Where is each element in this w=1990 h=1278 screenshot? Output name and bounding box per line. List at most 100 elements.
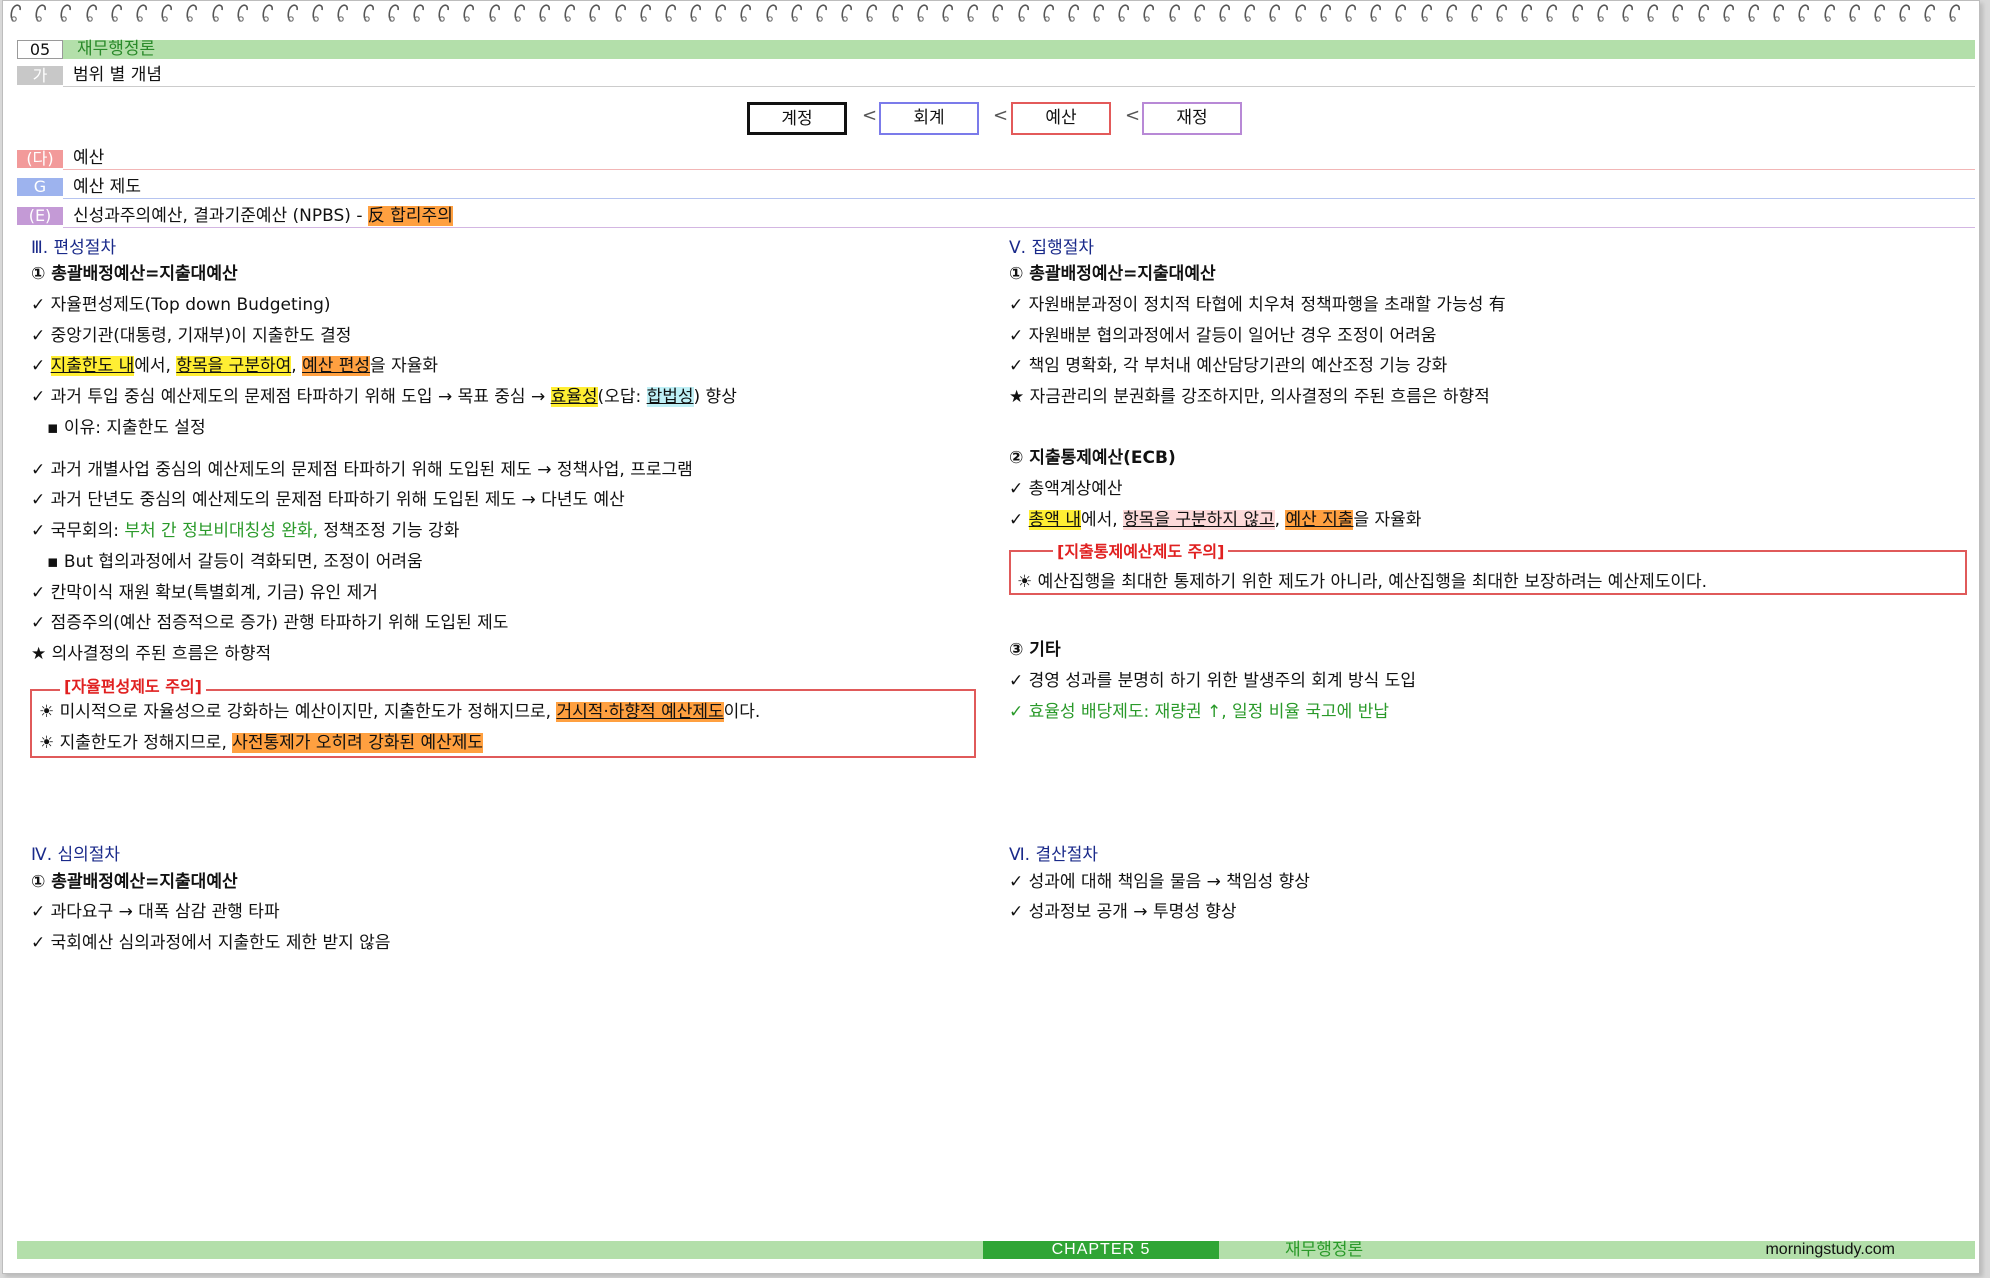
list-item: ✓ 경영 성과를 분명히 하기 위한 발생주의 회계 방식 도입 [1009, 671, 1416, 691]
note-line: ☀ 지출한도가 정해지므로, 사전통제가 오히려 강화된 예산제도 [39, 733, 484, 753]
binding-ring-icon [1747, 3, 1761, 23]
binding-ring-icon [1117, 3, 1131, 23]
binding-ring-icon [211, 3, 225, 23]
sub-list-item: ▪ But 협의과정에서 갈등이 격화되면, 조정이 어려움 [47, 552, 423, 572]
binding-ring-icon [991, 3, 1005, 23]
binding-ring-icon [664, 3, 678, 23]
binding-ring-icon [1142, 3, 1156, 23]
footer-chapter: CHAPTER 5 [983, 1241, 1219, 1259]
section-tag: 가 [17, 66, 63, 85]
subheading: ① 총괄배정예산=지출대예산 [31, 872, 238, 892]
list-item: ✓ 자율편성제도(Top down Budgeting) [31, 295, 331, 315]
binding-ring-icon [563, 3, 577, 23]
row-label-budget: 예산 [73, 148, 105, 168]
binding-ring-icon [840, 3, 854, 23]
binding-ring-icon [1823, 3, 1837, 23]
binding-ring-icon [966, 3, 980, 23]
binding-ring-icon [1268, 3, 1282, 23]
list-item: ✓ 성과에 대해 책임을 물음 → 책임성 향상 [1009, 872, 1310, 892]
note-line: ☀ 미시적으로 자율성으로 강화하는 예산이지만, 지출한도가 정해지므로, 거… [39, 702, 761, 722]
list-item: ✓ 자원배분과정이 정치적 타협에 치우쳐 정책파행을 초래할 가능성 有 [1009, 295, 1506, 315]
section-title: 범위 별 개념 [73, 65, 163, 85]
chain-separator: < [993, 105, 1009, 126]
binding-ring-icon [1042, 3, 1056, 23]
note-line: ☀ 예산집행을 최대한 통제하기 위한 제도가 아니라, 예산집행을 최대한 보… [1017, 572, 1708, 592]
row-label-budget-system: 예산 제도 [73, 177, 141, 197]
binding-ring-icon [1470, 3, 1484, 23]
tag-da: (다) [17, 150, 63, 168]
binding-ring-icon [1571, 3, 1585, 23]
footer-bar: CHAPTER 5 재무행정론 morningstudy.com [17, 1241, 1975, 1259]
binding-ring-icon [34, 3, 48, 23]
binding-ring-icon [714, 3, 728, 23]
binding-ring-icon [1294, 3, 1308, 23]
note-title: [자율편성제도 주의] [60, 678, 206, 696]
binding-ring-icon [1545, 3, 1559, 23]
binding-ring-icon [1772, 3, 1786, 23]
binding-ring-icon [1369, 3, 1383, 23]
binding-ring-icon [85, 3, 99, 23]
binding-ring-icon [1420, 3, 1434, 23]
binding-ring-icon [311, 3, 325, 23]
binding-ring-icon [412, 3, 426, 23]
binding-ring-icon [261, 3, 275, 23]
list-item: ✓ 국회예산 심의과정에서 지출한도 제한 받지 않음 [31, 933, 391, 953]
binding-ring-icon [1520, 3, 1534, 23]
binding-ring-icon [1697, 3, 1711, 23]
chapter-bar: 05 재무행정론 [17, 40, 1975, 59]
list-item: ✓ 효율성 배당제도: 재량권 ↑, 일정 비율 국고에 반납 [1009, 702, 1390, 722]
section-heading-settlement: Ⅵ. 결산절차 [1009, 845, 1099, 865]
chain-separator: < [862, 105, 878, 126]
binding-ring-icon [1948, 3, 1962, 23]
highlight-anti-rationalism: 反 합리주의 [367, 206, 453, 226]
section-heading-execution: Ⅴ. 집행절차 [1009, 238, 1094, 258]
binding-ring-icon [135, 3, 149, 23]
sub-list-item: ▪ 이유: 지출한도 설정 [47, 418, 206, 438]
binding-ring-icon [160, 3, 174, 23]
subheading: ③ 기타 [1009, 640, 1061, 660]
note-title: [지출통제예산제도 주의] [1053, 543, 1229, 561]
binding-ring-icon [1445, 3, 1459, 23]
binding-ring-icon [865, 3, 879, 23]
binding-ring-icon [387, 3, 401, 23]
tag-e: (E) [17, 207, 63, 225]
binding-ring-icon [9, 3, 23, 23]
binding-ring-icon [1218, 3, 1232, 23]
divider [63, 169, 1975, 170]
binding-ring-icon [1596, 3, 1610, 23]
chapter-number: 05 [17, 40, 63, 59]
binding-ring-icon [1243, 3, 1257, 23]
binding-ring-icon [1394, 3, 1408, 23]
binding-ring-icon [1671, 3, 1685, 23]
list-item: ✓ 칸막이식 재원 확보(특별회계, 기금) 유인 제거 [31, 583, 378, 603]
list-item: ✓ 총액계상예산 [1009, 479, 1123, 499]
document-page: 05 재무행정론 가 범위 별 개념 계정 < 회계 < 예산 < 재정 (다)… [2, 0, 1980, 1274]
binding-ring-icon [1646, 3, 1660, 23]
chain-separator: < [1125, 105, 1141, 126]
subheading: ① 총괄배정예산=지출대예산 [1009, 264, 1216, 284]
binding-ring-icon [437, 3, 451, 23]
binding-ring-icon [1923, 3, 1937, 23]
list-item: ✓ 국무회의: 부처 간 정보비대칭성 완화, 정책조정 기능 강화 [31, 521, 460, 541]
list-item: ✓ 지출한도 내에서, 항목을 구분하여, 예산 편성을 자율화 [31, 356, 438, 376]
list-item: ✓ 과거 개별사업 중심의 예산제도의 문제점 타파하기 위해 도입된 제도 →… [31, 460, 693, 480]
chapter-title: 재무행정론 [77, 39, 156, 59]
binding-ring-icon [185, 3, 199, 23]
binding-ring-icon [1344, 3, 1358, 23]
spiral-binding [9, 3, 1975, 27]
binding-ring-icon [336, 3, 350, 23]
binding-ring-icon [916, 3, 930, 23]
binding-ring-icon [614, 3, 628, 23]
binding-ring-icon [462, 3, 476, 23]
footer-site: morningstudy.com [1765, 1241, 1895, 1258]
binding-ring-icon [59, 3, 73, 23]
list-item: ✓ 과거 투입 중심 예산제도의 문제점 타파하기 위해 도입 → 목표 중심 … [31, 387, 737, 407]
list-item: ✓ 성과정보 공개 → 투명성 향상 [1009, 902, 1237, 922]
section-heading-formulation: Ⅲ. 편성절차 [31, 238, 117, 258]
footer-subject: 재무행정론 [1285, 1240, 1364, 1260]
chain-box-finance: 재정 [1142, 102, 1242, 135]
binding-ring-icon [1873, 3, 1887, 23]
binding-ring-icon [588, 3, 602, 23]
divider [63, 86, 1975, 87]
divider [63, 198, 1975, 199]
